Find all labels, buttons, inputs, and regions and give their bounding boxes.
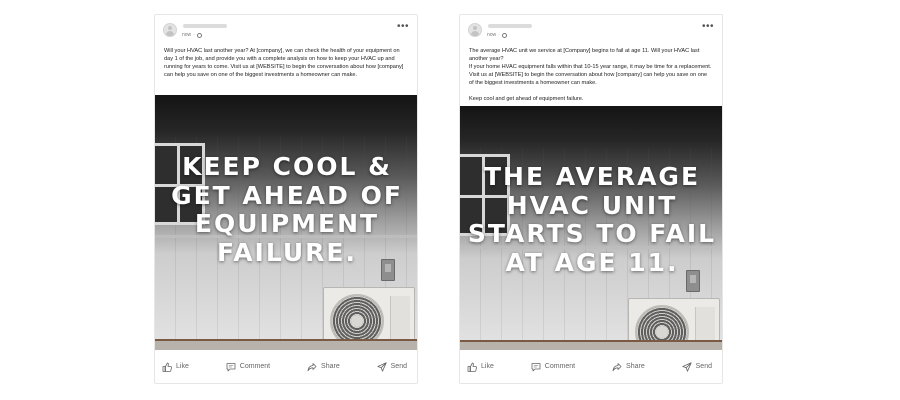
send-label: Send xyxy=(695,363,712,370)
send-button[interactable]: Send xyxy=(682,361,712,372)
caption-paragraph: Will your HVAC last another year? At [co… xyxy=(164,48,404,78)
post-caption: Will your HVAC last another year? At [co… xyxy=(155,45,417,79)
social-post-card: now · ••• The average HVAC unit we servi… xyxy=(459,14,723,384)
globe-icon xyxy=(501,32,507,38)
comment-button[interactable]: Comment xyxy=(531,362,575,372)
comment-button[interactable]: Comment xyxy=(226,362,270,372)
share-arrow-icon xyxy=(307,362,317,371)
post-header: now · ••• xyxy=(460,15,722,45)
avatar[interactable] xyxy=(163,23,177,37)
share-label: Share xyxy=(626,363,645,370)
post-caption: The average HVAC unit we service at [Com… xyxy=(460,45,722,103)
caption-paragraph: The average HVAC unit we service at [Com… xyxy=(469,48,712,86)
share-button[interactable]: Share xyxy=(612,362,645,372)
post-header: now · ••• xyxy=(155,15,417,45)
thumbs-up-icon xyxy=(467,362,477,372)
author-name-placeholder[interactable] xyxy=(183,24,227,28)
comment-icon xyxy=(226,362,236,371)
image-overlay-headline: KEEP COOL & GET AHEAD OF EQUIPMENT FAILU… xyxy=(171,152,403,267)
post-timestamp: now xyxy=(182,32,192,38)
author-name-placeholder[interactable] xyxy=(488,24,532,28)
post-actions-bar: Like Comment Share Send xyxy=(155,350,417,383)
send-label: Send xyxy=(390,363,407,370)
send-icon xyxy=(682,361,692,372)
thumbs-up-icon xyxy=(162,362,172,372)
like-label: Like xyxy=(176,363,189,370)
like-button[interactable]: Like xyxy=(467,362,494,372)
post-image[interactable]: KEEP COOL & GET AHEAD OF EQUIPMENT FAILU… xyxy=(155,95,417,351)
send-button[interactable]: Send xyxy=(377,361,407,372)
comment-label: Comment xyxy=(544,363,576,370)
comment-label: Comment xyxy=(239,363,271,370)
like-label: Like xyxy=(481,363,494,370)
post-meta: now · xyxy=(182,32,202,38)
globe-icon xyxy=(196,32,202,38)
post-image[interactable]: THE AVERAGE HVAC UNIT STARTS TO FAIL AT … xyxy=(460,106,722,352)
avatar[interactable] xyxy=(468,23,482,37)
more-options-icon[interactable]: ••• xyxy=(397,22,409,32)
send-icon xyxy=(377,361,387,372)
post-timestamp: now xyxy=(487,32,497,38)
like-button[interactable]: Like xyxy=(162,362,189,372)
share-label: Share xyxy=(321,363,340,370)
caption-paragraph: Keep cool and get ahead of equipment fai… xyxy=(469,96,584,102)
comment-icon xyxy=(531,362,541,371)
share-button[interactable]: Share xyxy=(307,362,340,372)
more-options-icon[interactable]: ••• xyxy=(702,22,714,32)
post-meta: now · xyxy=(487,32,507,38)
share-arrow-icon xyxy=(612,362,622,371)
social-post-card: now · ••• Will your HVAC last another ye… xyxy=(154,14,418,384)
image-overlay-headline: THE AVERAGE HVAC UNIT STARTS TO FAIL AT … xyxy=(467,162,717,277)
post-actions-bar: Like Comment Share Send xyxy=(460,350,722,383)
